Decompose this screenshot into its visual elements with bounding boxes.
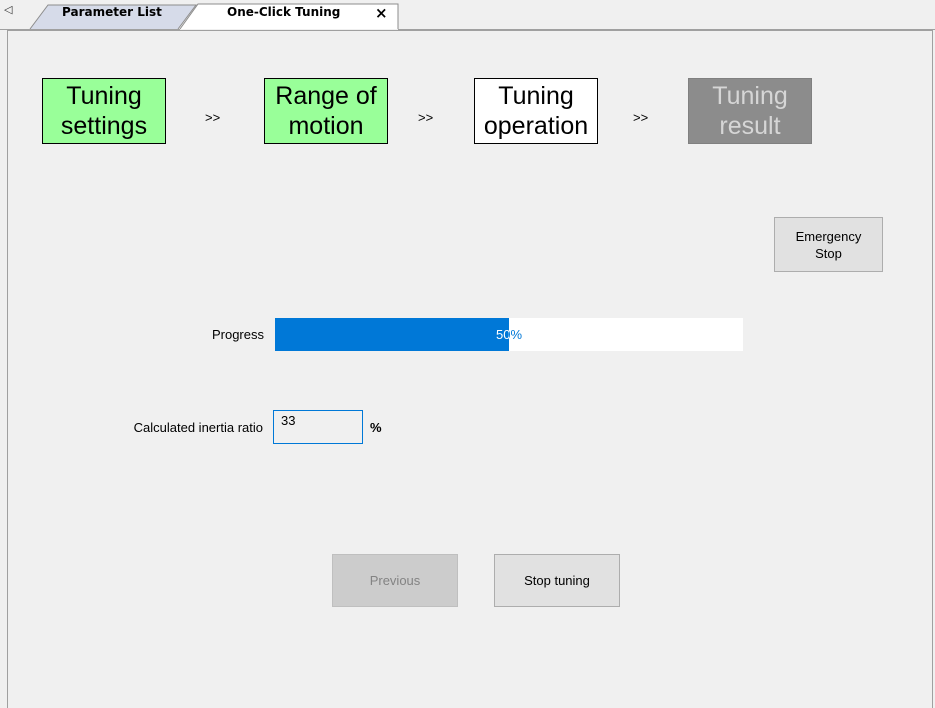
previous-button[interactable]: Previous <box>332 554 458 607</box>
step-separator: >> <box>205 110 221 125</box>
close-tab-icon[interactable]: × <box>375 3 388 23</box>
step-range-of-motion: Range of motion <box>264 78 388 144</box>
tab-parameter-list[interactable]: Parameter List <box>62 5 162 19</box>
progress-label: Progress <box>211 327 264 342</box>
inertia-ratio-label: Calculated inertia ratio <box>133 420 263 435</box>
step-separator: >> <box>418 110 434 125</box>
emergency-stop-button[interactable]: Emergency Stop <box>774 217 883 272</box>
step-tuning-settings: Tuning settings <box>42 78 166 144</box>
step-separator: >> <box>633 110 649 125</box>
tab-one-click-tuning[interactable]: One-Click Tuning <box>227 5 340 19</box>
tab-strip: ◁ Parameter List One-Click Tuning × <box>0 0 935 30</box>
step-tuning-result: Tuning result <box>688 78 812 144</box>
stop-tuning-button[interactable]: Stop tuning <box>494 554 620 607</box>
progress-bar: 50% 50% <box>275 318 743 351</box>
inertia-ratio-unit: % <box>370 420 382 435</box>
inertia-ratio-field[interactable] <box>273 410 363 444</box>
step-tuning-operation: Tuning operation <box>474 78 598 144</box>
